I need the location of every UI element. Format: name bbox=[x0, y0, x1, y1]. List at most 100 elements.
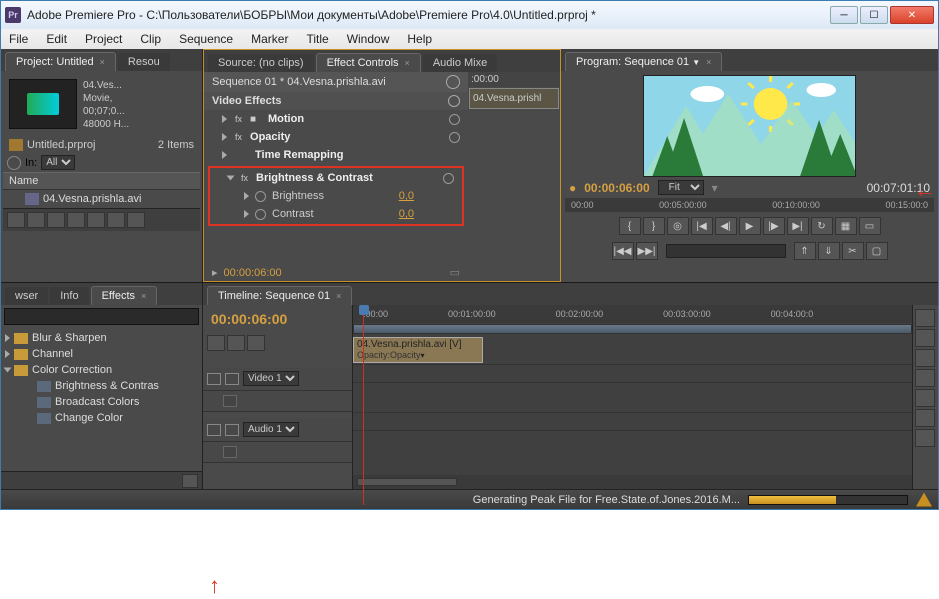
new-bin-icon[interactable] bbox=[182, 474, 198, 488]
tab-project[interactable]: Project: Untitled× bbox=[5, 52, 116, 71]
menu-title[interactable]: Title bbox=[306, 32, 328, 46]
timeline-ruler[interactable]: :00:0000:01:00:0000:02:00:0000:03:00:000… bbox=[353, 305, 912, 323]
effect-item[interactable]: Change Color bbox=[1, 410, 202, 426]
work-area-bar[interactable] bbox=[353, 324, 912, 334]
warning-icon[interactable] bbox=[916, 493, 932, 507]
audio-track-header[interactable]: Audio 1 bbox=[203, 418, 352, 442]
extract-button[interactable]: ⇓ bbox=[818, 242, 840, 260]
zoom-fit[interactable]: Fit bbox=[658, 180, 704, 195]
effect-item[interactable]: Broadcast Colors bbox=[1, 394, 202, 410]
effect-item[interactable]: Brightness & Contras bbox=[1, 378, 202, 394]
goto-out-button[interactable]: ▶| bbox=[787, 217, 809, 235]
mark-out-button[interactable]: } bbox=[643, 217, 665, 235]
collapse-icon[interactable] bbox=[223, 395, 237, 407]
step-back-button[interactable]: ◀| bbox=[715, 217, 737, 235]
menu-file[interactable]: File bbox=[9, 32, 28, 46]
effects-folder[interactable]: Color Correction bbox=[1, 362, 202, 378]
tab-timeline[interactable]: Timeline: Sequence 01× bbox=[207, 286, 352, 305]
rate-stretch-tool[interactable] bbox=[915, 369, 935, 387]
show-hide-icon[interactable] bbox=[446, 75, 460, 89]
program-tc-current[interactable]: 00:00:06:00 bbox=[584, 181, 649, 195]
project-item[interactable]: 04.Vesna.prishla.avi bbox=[3, 190, 200, 208]
minimize-button[interactable]: ─ bbox=[830, 6, 858, 24]
zoom-icon[interactable]: ▭ bbox=[450, 266, 460, 279]
name-header[interactable]: Name bbox=[3, 172, 200, 190]
tab-effects[interactable]: Effects× bbox=[91, 286, 158, 305]
effects-folder[interactable]: Channel bbox=[1, 346, 202, 362]
output-button[interactable]: ▭ bbox=[859, 217, 881, 235]
effect-brightness-contrast[interactable]: Brightness & Contrast bbox=[256, 172, 437, 184]
export-frame-button[interactable]: ▢ bbox=[866, 242, 888, 260]
effect-time-remap[interactable]: Time Remapping bbox=[255, 149, 460, 161]
expand-icon[interactable] bbox=[222, 115, 227, 123]
playhead-icon[interactable]: ▸ bbox=[212, 266, 218, 279]
list-view-icon[interactable] bbox=[7, 212, 25, 228]
ripple-edit-tool[interactable] bbox=[915, 349, 935, 367]
program-ruler[interactable]: 00:0000:05:00:0000:10:00:0000:15:00:0 bbox=[565, 198, 934, 212]
tab-program[interactable]: Program: Sequence 01 ▼× bbox=[565, 52, 722, 71]
menu-clip[interactable]: Clip bbox=[140, 32, 161, 46]
loop-button[interactable]: ↻ bbox=[811, 217, 833, 235]
collapse-icon[interactable] bbox=[223, 446, 237, 458]
video-track-header[interactable]: Video 1 bbox=[203, 367, 352, 391]
expand-icon[interactable] bbox=[222, 133, 227, 141]
playhead[interactable] bbox=[363, 305, 364, 505]
expand-icon[interactable] bbox=[244, 210, 249, 218]
lock-icon[interactable] bbox=[225, 373, 239, 385]
step-fwd-button[interactable]: |▶ bbox=[763, 217, 785, 235]
lift-button[interactable]: ⇑ bbox=[794, 242, 816, 260]
marker-icon[interactable]: ● bbox=[569, 181, 576, 195]
stopwatch-icon[interactable] bbox=[255, 209, 266, 220]
stopwatch-icon[interactable] bbox=[255, 191, 266, 202]
trim-button[interactable]: ✂ bbox=[842, 242, 864, 260]
mark-in-button[interactable]: { bbox=[619, 217, 641, 235]
prev-edit-button[interactable]: |◀◀ bbox=[612, 242, 634, 260]
expand-icon[interactable] bbox=[227, 176, 235, 181]
menu-project[interactable]: Project bbox=[85, 32, 122, 46]
menu-help[interactable]: Help bbox=[407, 32, 432, 46]
tab-browser[interactable]: wser bbox=[5, 287, 48, 305]
program-video[interactable] bbox=[643, 75, 856, 177]
new-bin-icon[interactable] bbox=[87, 212, 105, 228]
reset-icon[interactable] bbox=[449, 132, 460, 143]
zoom-slider[interactable] bbox=[357, 478, 457, 486]
snap-icon[interactable] bbox=[207, 335, 225, 351]
tab-effect-controls[interactable]: Effect Controls× bbox=[316, 53, 421, 72]
safe-margins-button[interactable]: ▦ bbox=[835, 217, 857, 235]
jog-shuttle[interactable] bbox=[666, 244, 786, 258]
menu-window[interactable]: Window bbox=[347, 32, 390, 46]
effects-folder[interactable]: Blur & Sharpen bbox=[1, 330, 202, 346]
effects-search-input[interactable] bbox=[4, 308, 199, 325]
video-track-lane[interactable]: 04.Vesna.prishla.avi [V] Opacity:Opacity… bbox=[353, 335, 912, 365]
lock-icon[interactable] bbox=[225, 424, 239, 436]
brightness-value[interactable]: 0,0 bbox=[399, 190, 414, 202]
timeline-clip[interactable]: 04.Vesna.prishla.avi [V] Opacity:Opacity… bbox=[353, 337, 483, 363]
maximize-button[interactable]: ☐ bbox=[860, 6, 888, 24]
effect-motion[interactable]: Motion bbox=[268, 113, 443, 125]
quality-icon[interactable]: ▾ bbox=[712, 181, 718, 195]
ec-timecode[interactable]: 00:00:06:00 bbox=[224, 267, 282, 279]
marker-icon[interactable] bbox=[247, 335, 265, 351]
razor-tool[interactable] bbox=[915, 389, 935, 407]
toggle-icon[interactable] bbox=[448, 95, 460, 107]
contrast-value[interactable]: 0,0 bbox=[399, 208, 414, 220]
track-select-tool[interactable] bbox=[915, 329, 935, 347]
timeline-timecode[interactable]: 00:00:06:00 bbox=[203, 305, 352, 333]
new-item-icon[interactable] bbox=[107, 212, 125, 228]
slip-tool[interactable] bbox=[915, 409, 935, 427]
menu-edit[interactable]: Edit bbox=[46, 32, 67, 46]
expand-icon[interactable] bbox=[244, 192, 249, 200]
reset-icon[interactable] bbox=[449, 114, 460, 125]
find-icon[interactable] bbox=[67, 212, 85, 228]
automate-icon[interactable] bbox=[47, 212, 65, 228]
ec-clip-bar[interactable]: 04.Vesna.prishl bbox=[469, 88, 559, 109]
reset-icon[interactable] bbox=[443, 173, 454, 184]
link-icon[interactable] bbox=[227, 335, 245, 351]
audio-track-lane[interactable] bbox=[353, 383, 912, 413]
delete-icon[interactable] bbox=[127, 212, 145, 228]
bin-name[interactable]: Untitled.prproj bbox=[27, 139, 95, 151]
menu-sequence[interactable]: Sequence bbox=[179, 32, 233, 46]
set-marker-button[interactable]: ◎ bbox=[667, 217, 689, 235]
selection-tool[interactable] bbox=[915, 309, 935, 327]
goto-in-button[interactable]: |◀ bbox=[691, 217, 713, 235]
